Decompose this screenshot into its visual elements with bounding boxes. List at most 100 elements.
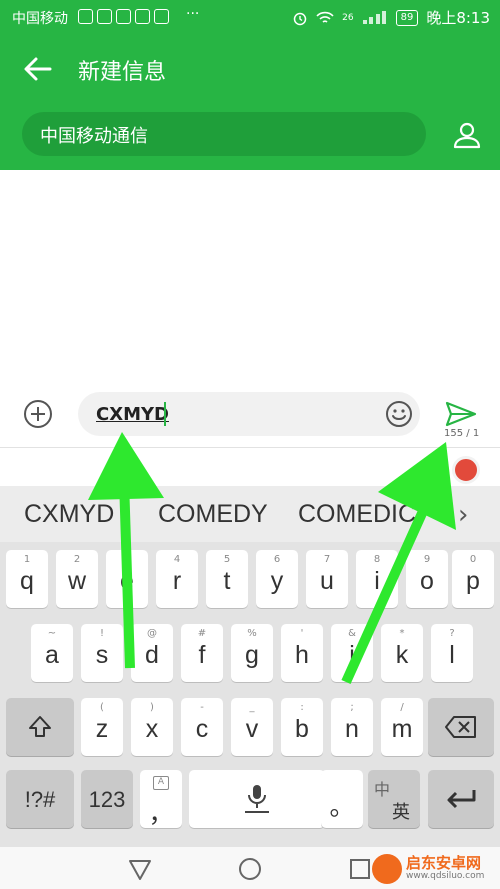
period-key[interactable]: 。	[321, 770, 363, 828]
key-sub-label: 4	[173, 554, 181, 565]
key-sub-label: *	[399, 628, 405, 639]
period-key-label: 。	[329, 793, 355, 821]
suggestion-item[interactable]: COMEDY	[158, 500, 268, 529]
key-y[interactable]: 6y	[256, 550, 298, 608]
message-input[interactable]: CXMYD	[78, 392, 420, 436]
key-r[interactable]: 4r	[156, 550, 198, 608]
send-icon[interactable]	[444, 400, 478, 428]
nav-back-icon[interactable]	[126, 855, 154, 883]
nav-home-icon[interactable]	[236, 855, 264, 883]
watermark-title: 启东安卓网	[406, 854, 482, 872]
nav-recents-icon[interactable]	[346, 855, 374, 883]
key-label: s	[95, 641, 109, 669]
chevron-right-icon[interactable]: ›	[458, 500, 468, 530]
key-sub-label: -	[200, 702, 204, 713]
notification-icons	[78, 9, 169, 24]
key-sub-label: 7	[323, 554, 331, 565]
signal-icon	[362, 10, 386, 24]
key-h[interactable]: ' h	[281, 624, 323, 682]
symbols-key[interactable]: !?#	[6, 770, 74, 828]
key-p[interactable]: 0p	[452, 550, 494, 608]
key-d[interactable]: @ d	[131, 624, 173, 682]
key-label: v	[245, 715, 259, 743]
key-label: k	[395, 641, 409, 669]
comma-key[interactable]: A ，	[140, 770, 182, 828]
suggestion-bar: CXMYD COMEDY COMEDIC ›	[0, 486, 500, 542]
key-label: f	[198, 641, 206, 669]
key-c[interactable]: -c	[181, 698, 223, 756]
key-sub-label: 2	[73, 554, 81, 565]
key-label: y	[270, 567, 284, 595]
key-e[interactable]: 3e	[106, 550, 148, 608]
key-sub-label: @	[147, 628, 157, 639]
key-sub-label: &	[348, 628, 356, 639]
key-sub-label: )	[150, 702, 154, 713]
notification-app-icon	[135, 9, 150, 24]
contact-picker-icon[interactable]	[452, 120, 482, 150]
status-bar: 中国移动 ··· 26 89 晚上8:13	[0, 0, 500, 34]
language-switch-key[interactable]: 中 英	[368, 770, 420, 828]
key-t[interactable]: 5t	[206, 550, 248, 608]
key-sub-label: %	[247, 628, 257, 639]
key-label: j	[349, 641, 355, 669]
key-sub-label: 8	[373, 554, 381, 565]
key-b[interactable]: :b	[281, 698, 323, 756]
recipient-field[interactable]: 中国移动通信	[22, 112, 426, 156]
numbers-key[interactable]: 123	[81, 770, 133, 828]
key-l[interactable]: ? l	[431, 624, 473, 682]
key-j[interactable]: & j	[331, 624, 373, 682]
notification-app-icon	[78, 9, 93, 24]
signal-label: 26	[342, 12, 354, 23]
key-label: i	[374, 567, 380, 595]
suggestion-item[interactable]: CXMYD	[24, 500, 114, 529]
key-i[interactable]: 8i	[356, 550, 398, 608]
space-key[interactable]	[189, 770, 325, 828]
key-label: e	[120, 567, 134, 595]
backspace-key[interactable]	[428, 698, 494, 756]
key-x[interactable]: ) x	[131, 698, 173, 756]
page-title: 新建信息	[78, 60, 167, 85]
key-w[interactable]: 2w	[56, 550, 98, 608]
microphone-icon	[245, 785, 269, 813]
key-v[interactable]: _ v	[231, 698, 273, 756]
suggestion-item[interactable]: COMEDIC	[298, 500, 416, 529]
attach-plus-icon[interactable]	[22, 398, 54, 430]
key-s[interactable]: ! s	[81, 624, 123, 682]
key-k[interactable]: * k	[381, 624, 423, 682]
key-sub-label: ?	[449, 628, 455, 639]
shift-icon	[29, 716, 51, 737]
status-right: 26 89 晚上8:13	[292, 7, 490, 28]
key-sub-label: 5	[223, 554, 231, 565]
key-sub-label: 9	[423, 554, 431, 565]
key-z[interactable]: (z	[81, 698, 123, 756]
key-label: m	[391, 715, 413, 743]
alarm-icon	[293, 12, 307, 25]
key-o[interactable]: 9o	[406, 550, 448, 608]
carrier-label: 中国移动	[12, 11, 68, 27]
watermark: 启东安卓网 www.qdsiluo.com	[372, 852, 498, 886]
keyboard-assistant-icon[interactable]	[452, 456, 480, 484]
watermark-logo-icon	[372, 854, 402, 884]
key-sub-label: !	[99, 628, 104, 639]
key-m[interactable]: / m	[381, 698, 423, 756]
key-sub-label: #	[197, 628, 207, 639]
enter-key[interactable]	[428, 770, 494, 828]
back-arrow-icon[interactable]	[20, 52, 56, 86]
language-key-bottom: 英	[392, 802, 410, 822]
key-u[interactable]: 7u	[306, 550, 348, 608]
emoji-icon[interactable]	[384, 399, 414, 429]
wifi-icon	[316, 11, 334, 23]
key-n[interactable]: ; n	[331, 698, 373, 756]
notification-app-icon	[154, 9, 169, 24]
notification-app-icon	[97, 9, 112, 24]
key-a[interactable]: ~ a	[31, 624, 73, 682]
shift-key[interactable]	[6, 698, 74, 756]
key-q[interactable]: 1q	[6, 550, 48, 608]
key-sub-label: 0	[469, 554, 477, 565]
key-g[interactable]: % g	[231, 624, 273, 682]
backspace-icon	[445, 716, 476, 738]
key-label: r	[172, 567, 182, 595]
key-label: p	[466, 567, 480, 595]
clock: 晚上8:13	[426, 9, 490, 27]
key-f[interactable]: # f	[181, 624, 223, 682]
